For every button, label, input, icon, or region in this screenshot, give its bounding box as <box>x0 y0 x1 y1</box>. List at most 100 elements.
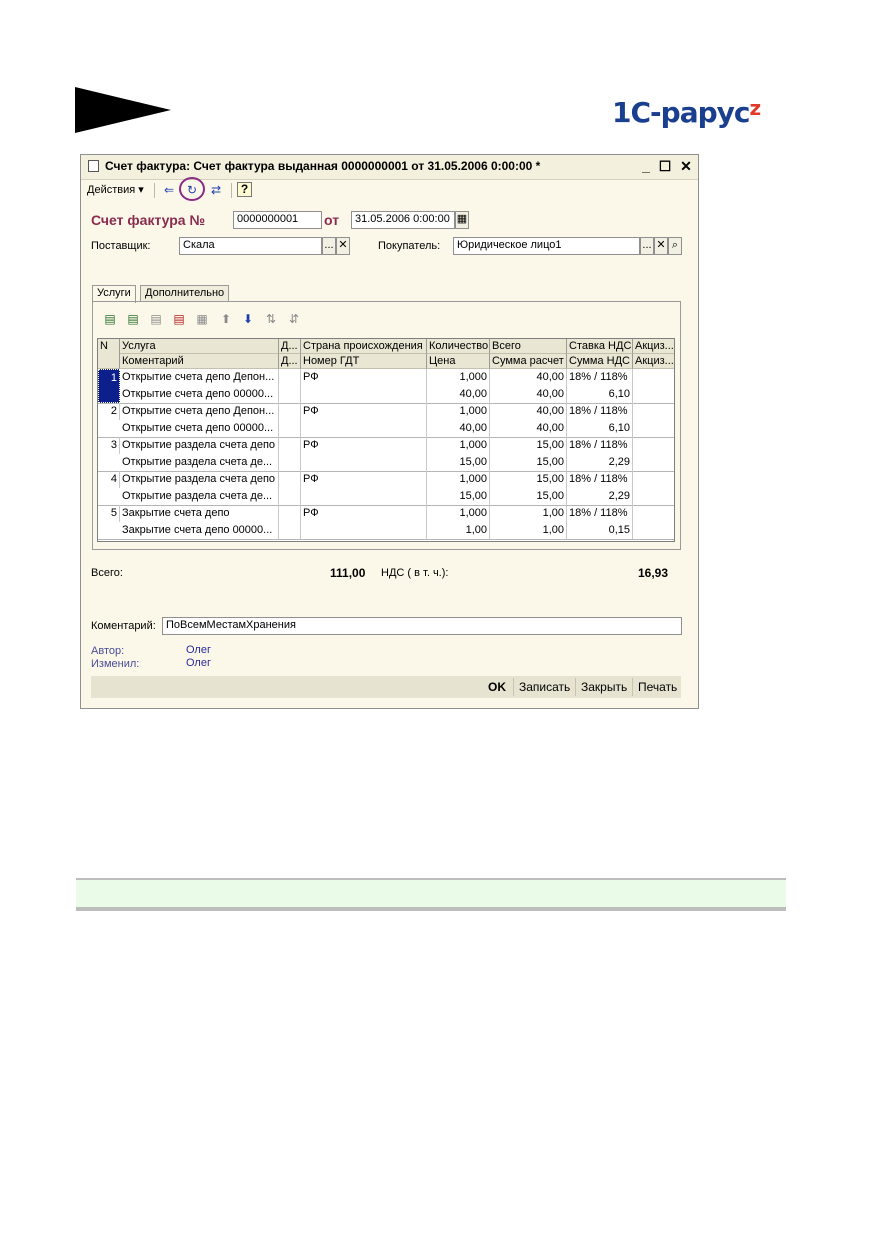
vat-sum-cell[interactable]: 2,29 <box>567 488 633 505</box>
service-cell[interactable]: Открытие раздела счета депо <box>120 471 279 488</box>
column-header-price[interactable]: Цена <box>427 354 490 369</box>
vat-sum-cell[interactable]: 6,10 <box>567 420 633 437</box>
table-row[interactable]: 4 Открытие раздела счета депо Открытие р… <box>98 471 674 505</box>
column-header-quantity[interactable]: Количество <box>427 339 490 354</box>
column-header-d[interactable]: Д... <box>279 339 301 354</box>
price-cell[interactable]: 40,00 <box>427 420 490 437</box>
d-cell[interactable] <box>279 471 301 505</box>
supplier-select-button[interactable]: ... <box>322 237 336 255</box>
refresh-icon[interactable]: ↻ <box>184 182 200 198</box>
quantity-cell[interactable]: 1,000 <box>427 505 490 522</box>
gtd-cell[interactable] <box>301 522 427 539</box>
delete-row-icon[interactable]: ▤ <box>171 311 187 327</box>
total-cell[interactable]: 40,00 <box>490 369 567 386</box>
gtd-cell[interactable] <box>301 420 427 437</box>
comment-cell[interactable]: Открытие раздела счета де... <box>120 454 279 471</box>
price-cell[interactable]: 1,00 <box>427 522 490 539</box>
ok-button[interactable]: OK <box>488 679 506 695</box>
close-button[interactable]: Закрыть <box>581 679 627 695</box>
comment-cell[interactable]: Открытие счета депо 00000... <box>120 386 279 403</box>
vat-sum-cell[interactable]: 0,15 <box>567 522 633 539</box>
d-cell[interactable] <box>279 369 301 403</box>
help-button[interactable]: ? <box>237 182 252 197</box>
vat-sum-cell[interactable]: 6,10 <box>567 386 633 403</box>
transfer-icon[interactable]: ⇄ <box>208 182 224 198</box>
total-cell[interactable]: 40,00 <box>490 403 567 420</box>
column-header-excise[interactable]: Акциз... <box>633 339 674 354</box>
comment-cell[interactable]: Закрытие счета депо 00000... <box>120 522 279 539</box>
move-up-icon[interactable]: ⬆ <box>218 311 234 327</box>
buyer-field[interactable]: Юридическое лицо1 <box>453 237 640 255</box>
d-cell[interactable] <box>279 437 301 471</box>
row-number[interactable]: 1 <box>98 369 120 403</box>
row-number[interactable]: 2 <box>98 403 120 420</box>
d-cell[interactable] <box>279 505 301 539</box>
column-header-number[interactable]: N <box>98 339 120 369</box>
table-row[interactable]: 2 Открытие счета депо Депон... Открытие … <box>98 403 674 437</box>
vat-rate-cell[interactable]: 18% / 118% <box>567 403 633 420</box>
d-cell[interactable] <box>279 403 301 437</box>
row-number[interactable]: 4 <box>98 471 120 488</box>
save-button[interactable]: Записать <box>519 679 570 695</box>
column-header-country[interactable]: Страна происхождения <box>301 339 427 354</box>
country-cell[interactable]: РФ <box>301 369 427 386</box>
total-cell[interactable]: 15,00 <box>490 471 567 488</box>
supplier-field[interactable]: Скала <box>179 237 322 255</box>
edit-row-icon[interactable]: ▤ <box>148 311 164 327</box>
sum-calc-cell[interactable]: 40,00 <box>490 420 567 437</box>
sum-calc-cell[interactable]: 15,00 <box>490 488 567 505</box>
vat-sum-cell[interactable]: 2,29 <box>567 454 633 471</box>
comment-field[interactable]: ПоВсемМестамХранения <box>162 617 682 635</box>
column-header-vat-sum[interactable]: Сумма НДС <box>567 354 633 369</box>
date-field[interactable]: 31.05.2006 0:00:00 <box>351 211 455 229</box>
table-row[interactable]: 1 Открытие счета депо Депон... Открытие … <box>98 369 674 403</box>
service-cell[interactable]: Открытие раздела счета депо <box>120 437 279 454</box>
gtd-cell[interactable] <box>301 488 427 505</box>
country-cell[interactable]: РФ <box>301 437 427 454</box>
close-window-button[interactable]: ✕ <box>677 157 695 175</box>
column-header-vat-rate[interactable]: Ставка НДС <box>567 339 633 354</box>
gtd-cell[interactable] <box>301 386 427 403</box>
sum-calc-cell[interactable]: 15,00 <box>490 454 567 471</box>
table-row[interactable]: 5 Закрытие счета депо Закрытие счета деп… <box>98 505 674 539</box>
row-number[interactable]: 3 <box>98 437 120 454</box>
comment-cell[interactable]: Открытие счета депо 00000... <box>120 420 279 437</box>
excise-cell[interactable] <box>633 437 674 471</box>
move-down-icon[interactable]: ⬇ <box>240 311 256 327</box>
price-cell[interactable]: 15,00 <box>427 488 490 505</box>
number-field[interactable]: 0000000001 <box>233 211 322 229</box>
back-arrow-icon[interactable]: ⇐ <box>161 182 177 198</box>
add-row-icon[interactable]: ▤ <box>102 311 118 327</box>
column-header-sum-calc[interactable]: Сумма расчет <box>490 354 567 369</box>
total-cell[interactable]: 15,00 <box>490 437 567 454</box>
buyer-clear-button[interactable]: ✕ <box>654 237 668 255</box>
vat-rate-cell[interactable]: 18% / 118% <box>567 505 633 522</box>
buyer-select-button[interactable]: ... <box>640 237 654 255</box>
maximize-button[interactable]: ☐ <box>656 157 674 175</box>
print-button[interactable]: Печать <box>638 679 677 695</box>
price-cell[interactable]: 15,00 <box>427 454 490 471</box>
row-number[interactable]: 5 <box>98 505 120 522</box>
excise-cell[interactable] <box>633 403 674 437</box>
quantity-cell[interactable]: 1,000 <box>427 471 490 488</box>
copy-row-icon[interactable]: ▤ <box>125 311 141 327</box>
column-header-service[interactable]: Услуга <box>120 339 279 354</box>
country-cell[interactable]: РФ <box>301 471 427 488</box>
excise-cell[interactable] <box>633 471 674 505</box>
country-cell[interactable]: РФ <box>301 403 427 420</box>
column-header-comment[interactable]: Коментарий <box>120 354 279 369</box>
tab-additional[interactable]: Дополнительно <box>140 285 230 302</box>
quantity-cell[interactable]: 1,000 <box>427 437 490 454</box>
column-header-total[interactable]: Всего <box>490 339 567 354</box>
sum-calc-cell[interactable]: 1,00 <box>490 522 567 539</box>
quantity-cell[interactable]: 1,000 <box>427 403 490 420</box>
calendar-icon[interactable]: ▦ <box>455 211 469 229</box>
gtd-cell[interactable] <box>301 454 427 471</box>
comment-cell[interactable]: Открытие раздела счета де... <box>120 488 279 505</box>
sort-asc-icon[interactable]: ⇅ <box>263 311 279 327</box>
vat-rate-cell[interactable]: 18% / 118% <box>567 437 633 454</box>
minimize-button[interactable]: _ <box>637 157 655 175</box>
total-cell[interactable]: 1,00 <box>490 505 567 522</box>
excise-cell[interactable] <box>633 505 674 539</box>
column-header-gtd[interactable]: Номер ГДТ <box>301 354 427 369</box>
